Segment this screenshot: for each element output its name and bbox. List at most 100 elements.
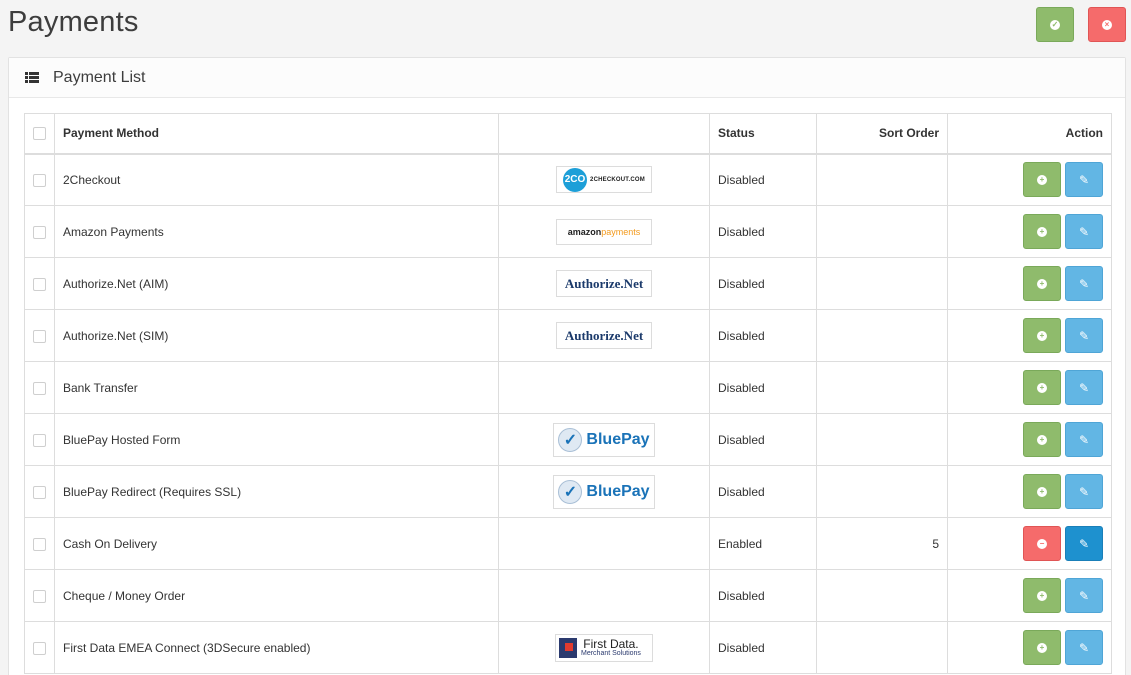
edit-button[interactable]: ✎ — [1065, 214, 1103, 249]
edit-button[interactable]: ✎ — [1065, 422, 1103, 457]
payment-method-name: Cash On Delivery — [54, 517, 499, 570]
table-header-row: Payment Method Status Sort Order Action — [24, 113, 1112, 155]
payment-logo-cell — [498, 361, 710, 414]
plus-circle-icon: + — [1037, 226, 1047, 237]
payment-method-name: Cheque / Money Order — [54, 569, 499, 622]
payment-method-name: Authorize.Net (AIM) — [54, 257, 499, 310]
row-checkbox[interactable] — [33, 173, 46, 187]
sort-order-cell — [816, 569, 948, 622]
row-select-cell — [24, 205, 55, 258]
header-status[interactable]: Status — [709, 113, 817, 155]
action-cell: − ✎ — [947, 517, 1112, 570]
payment-method-name: Bank Transfer — [54, 361, 499, 414]
sort-order-cell — [816, 257, 948, 310]
cancel-button[interactable]: × — [1088, 7, 1126, 42]
edit-button[interactable]: ✎ — [1065, 578, 1103, 613]
row-checkbox[interactable] — [33, 381, 46, 395]
payment-method-name: First Data EMEA Connect (3DSecure enable… — [54, 621, 499, 674]
edit-button[interactable]: ✎ — [1065, 526, 1103, 561]
install-button[interactable]: + — [1023, 474, 1061, 509]
pencil-icon: ✎ — [1078, 172, 1090, 187]
status-cell: Disabled — [709, 361, 817, 414]
check-circle-icon: ✓ — [1050, 19, 1060, 30]
edit-button[interactable]: ✎ — [1065, 474, 1103, 509]
status-cell: Disabled — [709, 257, 817, 310]
install-button[interactable]: + — [1023, 578, 1061, 613]
install-button[interactable]: + — [1023, 214, 1061, 249]
amazon-payments-logo: amazon payments — [556, 218, 652, 245]
page-title: Payments — [8, 6, 139, 38]
pencil-icon: ✎ — [1078, 328, 1090, 343]
install-button[interactable]: + — [1023, 266, 1061, 301]
sort-order-cell — [816, 413, 948, 466]
pencil-icon: ✎ — [1078, 380, 1090, 395]
save-button[interactable]: ✓ — [1036, 7, 1074, 42]
row-checkbox[interactable] — [33, 485, 46, 499]
install-button[interactable]: + — [1023, 162, 1061, 198]
edit-button[interactable]: ✎ — [1065, 318, 1103, 353]
row-checkbox[interactable] — [33, 433, 46, 447]
panel-title: Payment List — [53, 68, 146, 86]
edit-button[interactable]: ✎ — [1065, 370, 1103, 405]
row-checkbox[interactable] — [33, 641, 46, 655]
status-cell: Disabled — [709, 465, 817, 518]
header-logo — [498, 113, 710, 155]
payment-logo-cell — [498, 517, 710, 570]
plus-circle-icon: + — [1037, 174, 1047, 185]
panel-heading: Payment List — [9, 58, 1125, 98]
payment-method-name: BluePay Hosted Form — [54, 413, 499, 466]
header-payment-method[interactable]: Payment Method — [54, 113, 499, 155]
status-cell: Disabled — [709, 205, 817, 258]
pencil-icon: ✎ — [1078, 588, 1090, 603]
uninstall-button[interactable]: − — [1023, 526, 1061, 561]
edit-button[interactable]: ✎ — [1065, 630, 1103, 665]
action-cell: + ✎ — [947, 465, 1112, 518]
status-cell: Enabled — [709, 517, 817, 570]
select-all-checkbox[interactable] — [33, 127, 46, 141]
install-button[interactable]: + — [1023, 370, 1061, 405]
sort-order-cell — [816, 465, 948, 518]
bluepay-logo: ✓ BluePay — [553, 474, 655, 509]
install-button[interactable]: + — [1023, 630, 1061, 665]
table-row: Cheque / Money Order Disabled + ✎ — [24, 569, 1112, 622]
first-data-logo: First Data. Merchant Solutions — [555, 633, 653, 662]
row-select-cell — [24, 569, 55, 622]
row-checkbox[interactable] — [33, 537, 46, 551]
status-cell: Disabled — [709, 621, 817, 674]
row-checkbox[interactable] — [33, 329, 46, 343]
row-select-cell — [24, 413, 55, 466]
pencil-icon: ✎ — [1078, 276, 1090, 291]
row-checkbox[interactable] — [33, 225, 46, 239]
plus-circle-icon: + — [1037, 330, 1047, 341]
install-button[interactable]: + — [1023, 318, 1061, 353]
pencil-icon: ✎ — [1078, 224, 1090, 239]
sort-order-cell — [816, 621, 948, 674]
payment-method-name: 2Checkout — [54, 153, 499, 206]
authorize-net-logo: Authorize.Net — [556, 322, 652, 349]
payment-logo-cell: Authorize.Net — [498, 257, 710, 310]
sort-order-cell — [816, 309, 948, 362]
header-sort-order[interactable]: Sort Order — [816, 113, 948, 155]
plus-circle-icon: + — [1037, 590, 1047, 601]
payment-logo-cell: ✓ BluePay — [498, 413, 710, 466]
payment-table: Payment Method Status Sort Order Action … — [24, 113, 1112, 674]
action-cell: + ✎ — [947, 309, 1112, 362]
action-cell: + ✎ — [947, 413, 1112, 466]
pencil-icon: ✎ — [1078, 432, 1090, 447]
action-cell: + ✎ — [947, 205, 1112, 258]
header-action: Action — [947, 113, 1112, 155]
payment-logo-cell: 2CO 2CHECKOUT.COM — [498, 153, 710, 206]
payment-logo-cell: ✓ BluePay — [498, 465, 710, 518]
edit-button[interactable]: ✎ — [1065, 266, 1103, 301]
pencil-icon: ✎ — [1078, 484, 1090, 499]
sort-order-cell — [816, 153, 948, 206]
sort-order-cell: 5 — [816, 517, 948, 570]
row-checkbox[interactable] — [33, 589, 46, 603]
action-cell: + ✎ — [947, 621, 1112, 674]
check-icon: ✓ — [558, 479, 583, 504]
action-cell: + ✎ — [947, 361, 1112, 414]
row-checkbox[interactable] — [33, 277, 46, 291]
install-button[interactable]: + — [1023, 422, 1061, 457]
edit-button[interactable]: ✎ — [1065, 162, 1103, 198]
table-row: Authorize.Net (SIM) Authorize.Net Disabl… — [24, 309, 1112, 362]
